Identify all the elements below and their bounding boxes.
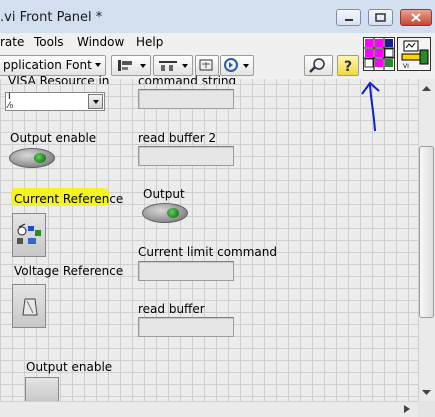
scrollbar-corner: [418, 401, 435, 417]
minimize-button[interactable]: [336, 9, 361, 26]
output-enable-2-label: Output enable: [26, 360, 113, 374]
font-select[interactable]: pplication Font: [0, 55, 106, 76]
distribute-objects-button[interactable]: [153, 55, 193, 76]
minimize-icon: [337, 10, 360, 25]
font-select-value: pplication Font: [3, 58, 92, 72]
command-string-label: command string: [138, 74, 237, 84]
visa-resource-label: VISA Resource in: [8, 74, 110, 84]
search-icon: [309, 58, 325, 73]
output-enable-2-control[interactable]: [25, 377, 59, 401]
voltage-reference-label: Voltage Reference: [14, 264, 124, 278]
menu-operate[interactable]: rate: [0, 35, 24, 49]
voltage-reference-icon: [22, 298, 38, 316]
vertical-scroll-thumb[interactable]: [419, 146, 434, 318]
scroll-down-icon[interactable]: [421, 389, 432, 397]
connector-pane-icon[interactable]: [363, 37, 395, 71]
svg-text:?: ?: [344, 59, 352, 75]
read-buffer-label: read buffer: [138, 302, 205, 316]
help-button[interactable]: ?: [337, 55, 359, 76]
close-icon: [401, 10, 431, 25]
output-enable-label: Output enable: [10, 131, 97, 145]
led-icon: [34, 153, 46, 163]
svg-text:VI: VI: [403, 63, 409, 70]
current-limit-command-label: Current limit command: [138, 245, 277, 259]
led-icon: [167, 208, 179, 218]
visa-dropdown-button[interactable]: [88, 94, 103, 109]
horizontal-scrollbar[interactable]: [0, 401, 418, 417]
output-enable-switch[interactable]: [9, 148, 55, 168]
read-buffer-2-indicator: [138, 146, 234, 166]
command-string-indicator: [138, 89, 234, 109]
chevron-down-icon: [95, 63, 101, 67]
reorder-button[interactable]: [220, 55, 254, 76]
output-label: Output: [143, 187, 185, 201]
visa-resource-control[interactable]: I ⁄₀: [5, 92, 105, 111]
vi-icon[interactable]: VI: [397, 37, 431, 71]
help-icon: ?: [344, 59, 352, 75]
chevron-down-icon: [93, 100, 99, 104]
align-objects-button[interactable]: [111, 55, 151, 76]
maximize-button[interactable]: [368, 9, 393, 26]
current-reference-label: Current Reference: [14, 192, 124, 206]
scroll-up-icon[interactable]: [421, 84, 432, 92]
annotation-arrow-icon: [361, 81, 380, 132]
current-reference-control[interactable]: [12, 213, 46, 257]
output-led: [142, 203, 188, 223]
menu-help[interactable]: Help: [136, 35, 163, 49]
resize-objects-icon: [199, 59, 213, 71]
current-limit-command-indicator: [138, 261, 234, 281]
resize-objects-button[interactable]: [195, 55, 219, 76]
voltage-reference-control[interactable]: [12, 284, 46, 328]
maximize-icon: [369, 10, 392, 25]
scroll-right-icon[interactable]: [402, 404, 412, 414]
close-button[interactable]: [400, 9, 432, 26]
align-objects-icon: [118, 60, 146, 71]
read-buffer-2-label: read buffer 2: [138, 131, 217, 145]
read-buffer-indicator: [138, 317, 234, 337]
current-reference-icon: [17, 223, 41, 244]
reorder-icon: [224, 58, 249, 72]
search-button[interactable]: [304, 55, 333, 76]
window-title: .vi Front Panel *: [0, 10, 103, 25]
menu-window[interactable]: Window: [77, 35, 124, 49]
distribute-objects-icon: [159, 61, 188, 71]
io-icon: I ⁄₀: [8, 92, 14, 111]
menu-tools[interactable]: Tools: [34, 35, 64, 49]
